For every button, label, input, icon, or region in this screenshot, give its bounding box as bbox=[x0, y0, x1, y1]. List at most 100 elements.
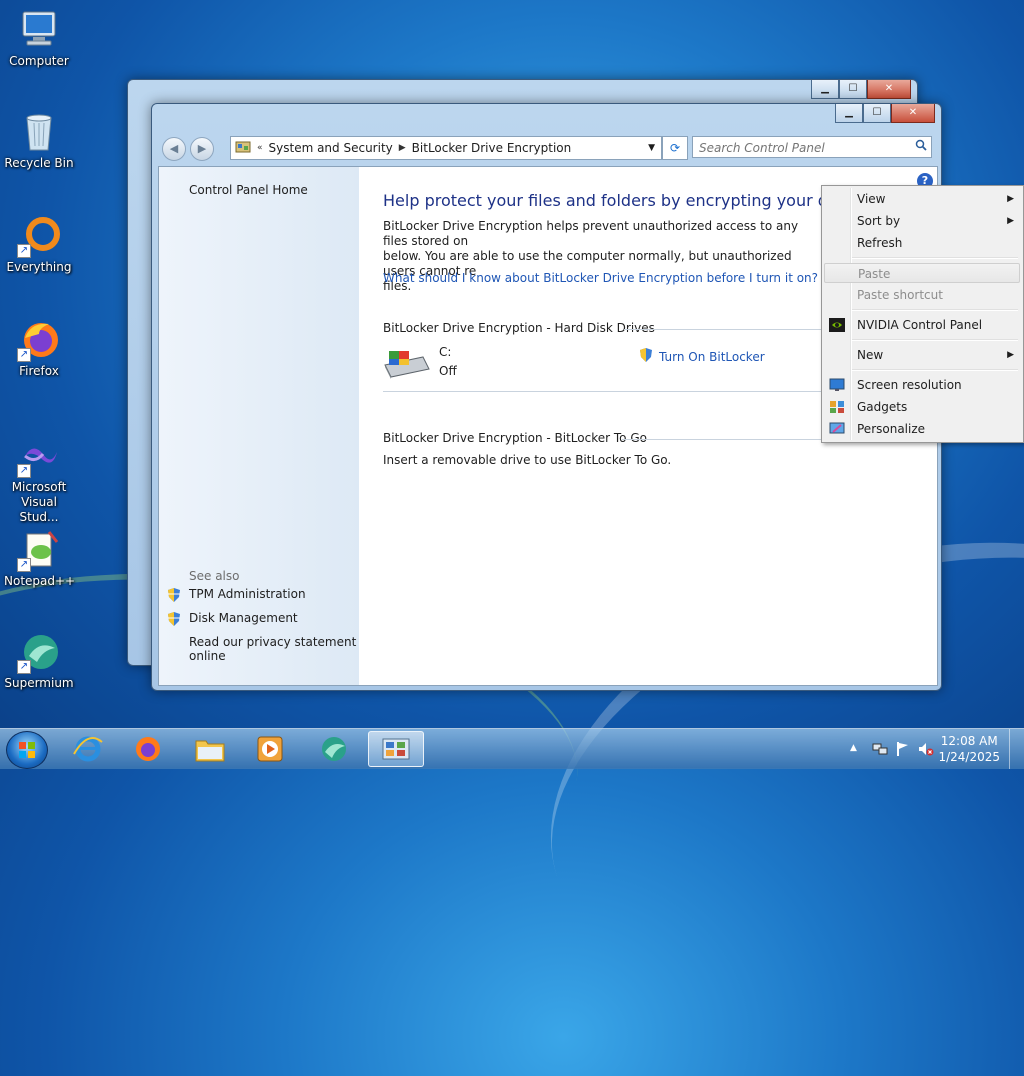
menu-item-paste-shortcut[interactable]: Paste shortcut bbox=[824, 285, 1020, 305]
search-icon[interactable] bbox=[915, 139, 927, 154]
privacy-line-1: Read our privacy statement bbox=[189, 635, 357, 649]
left-pane: Control Panel Home See also TPM Administ… bbox=[159, 167, 359, 685]
supermium-icon bbox=[322, 737, 346, 761]
maximize-button[interactable]: ☐ bbox=[839, 80, 867, 99]
taskbar-firefox[interactable] bbox=[122, 731, 174, 767]
turn-on-bitlocker-link[interactable]: Turn On BitLocker bbox=[639, 347, 765, 366]
desktop-context-menu: View ▶ Sort by ▶ Refresh Paste Paste sho… bbox=[821, 185, 1024, 443]
search-input[interactable] bbox=[693, 137, 911, 159]
taskbar-media-player[interactable] bbox=[244, 731, 296, 767]
menu-item-view[interactable]: View ▶ bbox=[824, 189, 1020, 209]
privacy-line-2: online bbox=[189, 649, 226, 663]
personalize-icon bbox=[829, 422, 845, 436]
menu-item-personalize[interactable]: Personalize bbox=[824, 419, 1020, 439]
address-dropdown-icon[interactable]: ▼ bbox=[648, 143, 661, 153]
menu-item-refresh[interactable]: Refresh bbox=[824, 233, 1020, 253]
breadcrumb-separator-icon[interactable]: ▶ bbox=[397, 143, 408, 153]
close-button[interactable]: ✕ bbox=[867, 80, 911, 99]
control-panel-home-link[interactable]: Control Panel Home bbox=[189, 183, 308, 197]
to-go-instruction: Insert a removable drive to use BitLocke… bbox=[383, 453, 672, 467]
desktop-icon-label: Firefox bbox=[19, 364, 59, 378]
minimize-button[interactable]: ▁ bbox=[811, 80, 839, 99]
breadcrumb-root-chevron[interactable]: « bbox=[255, 143, 265, 153]
volume-muted-icon[interactable] bbox=[918, 741, 934, 760]
taskbar-supermium[interactable] bbox=[308, 731, 360, 767]
back-arrow-icon: ◀ bbox=[169, 142, 179, 155]
menu-separator bbox=[852, 309, 1018, 311]
menu-item-nvidia-control-panel[interactable]: NVIDIA Control Panel bbox=[824, 315, 1020, 335]
desktop-icon-visual-studio[interactable]: ↗ Microsoft Visual Stud... bbox=[4, 434, 74, 525]
search-box[interactable] bbox=[692, 136, 932, 159]
start-button[interactable] bbox=[6, 731, 48, 769]
shortcut-arrow-icon: ↗ bbox=[17, 660, 31, 674]
windows-logo-icon bbox=[19, 742, 35, 758]
clock-date: 1/24/2025 bbox=[938, 750, 1000, 764]
refresh-button[interactable]: ⟳ bbox=[662, 136, 688, 160]
drive-name[interactable]: C: bbox=[439, 345, 451, 359]
control-panel-icon bbox=[382, 738, 410, 760]
maximize-button[interactable]: ☐ bbox=[863, 104, 891, 123]
menu-item-label: Personalize bbox=[857, 422, 926, 436]
taskbar-explorer[interactable] bbox=[184, 731, 236, 767]
desktop-icon-supermium[interactable]: ↗ Supermium bbox=[4, 630, 74, 691]
taskbar-ie[interactable] bbox=[62, 731, 114, 767]
drive-status: Off bbox=[439, 364, 457, 378]
close-button[interactable]: ✕ bbox=[891, 104, 935, 123]
notepadpp-icon: ↗ bbox=[17, 528, 61, 572]
supermium-icon: ↗ bbox=[17, 630, 61, 674]
back-button[interactable]: ◀ bbox=[162, 137, 186, 161]
breadcrumb-system-security[interactable]: System and Security bbox=[265, 141, 397, 155]
folder-icon bbox=[195, 740, 225, 762]
taskbar-control-panel[interactable] bbox=[368, 731, 424, 767]
firefox-icon: ↗ bbox=[17, 318, 61, 362]
taskbar: ▲ 12:08 AM 1/24/2025 bbox=[0, 728, 1024, 769]
forward-button[interactable]: ▶ bbox=[190, 137, 214, 161]
menu-item-label: New bbox=[857, 348, 884, 362]
shortcut-arrow-icon: ↗ bbox=[17, 348, 31, 362]
menu-item-new[interactable]: New ▶ bbox=[824, 345, 1020, 365]
menu-item-label: View bbox=[857, 192, 886, 206]
learn-more-link[interactable]: What should I know about BitLocker Drive… bbox=[383, 271, 818, 285]
menu-item-label: Screen resolution bbox=[857, 378, 962, 392]
computer-icon bbox=[17, 8, 61, 52]
everything-icon: ↗ bbox=[17, 214, 61, 258]
disk-management-link[interactable]: Disk Management bbox=[189, 611, 298, 625]
action-center-flag-icon[interactable] bbox=[896, 741, 910, 760]
section-hard-disk-drives: BitLocker Drive Encryption - Hard Disk D… bbox=[383, 321, 655, 335]
tpm-administration-link[interactable]: TPM Administration bbox=[189, 587, 306, 601]
network-icon[interactable] bbox=[872, 741, 888, 760]
menu-item-label: Gadgets bbox=[857, 400, 908, 414]
privacy-statement-link[interactable]: Read our privacy statement online bbox=[189, 635, 356, 663]
menu-item-label: Paste shortcut bbox=[857, 288, 943, 302]
menu-separator bbox=[852, 339, 1018, 341]
desktop-icon-recycle-bin[interactable]: Recycle Bin bbox=[4, 110, 74, 171]
menu-separator bbox=[852, 257, 1018, 259]
menu-item-screen-resolution[interactable]: Screen resolution bbox=[824, 375, 1020, 395]
desktop-icon-label: Computer bbox=[9, 54, 69, 68]
desktop-icon-notepadpp[interactable]: ↗ Notepad++ bbox=[4, 528, 75, 589]
clock-time: 12:08 AM bbox=[940, 734, 998, 748]
show-hidden-icons-arrow[interactable]: ▲ bbox=[850, 743, 857, 753]
system-tray: ▲ 12:08 AM 1/24/2025 bbox=[834, 729, 1024, 769]
minimize-button[interactable]: ▁ bbox=[835, 104, 863, 123]
menu-item-paste[interactable]: Paste bbox=[824, 263, 1020, 283]
control-panel-icon bbox=[231, 140, 255, 157]
clock[interactable]: 12:08 AM 1/24/2025 bbox=[938, 733, 1000, 765]
show-desktop-button[interactable] bbox=[1009, 729, 1024, 769]
desktop-icon-computer[interactable]: Computer bbox=[4, 8, 74, 69]
turn-on-bitlocker-label: Turn On BitLocker bbox=[659, 349, 765, 364]
shortcut-arrow-icon: ↗ bbox=[17, 244, 31, 258]
hard-drive-icon[interactable] bbox=[383, 347, 431, 382]
menu-item-sort-by[interactable]: Sort by ▶ bbox=[824, 211, 1020, 231]
desktop-icon-firefox[interactable]: ↗ Firefox bbox=[4, 318, 74, 379]
forward-arrow-icon: ▶ bbox=[197, 142, 207, 155]
address-bar[interactable]: « System and Security ▶ BitLocker Drive … bbox=[230, 136, 662, 160]
nvidia-icon bbox=[829, 318, 845, 332]
menu-item-gadgets[interactable]: Gadgets bbox=[824, 397, 1020, 417]
menu-item-label: Paste bbox=[858, 267, 891, 281]
desktop-icon-everything[interactable]: ↗ Everything bbox=[4, 214, 74, 275]
submenu-arrow-icon: ▶ bbox=[1007, 216, 1014, 226]
desktop-icon-label: Recycle Bin bbox=[4, 156, 74, 170]
menu-separator bbox=[852, 369, 1018, 371]
breadcrumb-bitlocker[interactable]: BitLocker Drive Encryption bbox=[408, 141, 576, 155]
